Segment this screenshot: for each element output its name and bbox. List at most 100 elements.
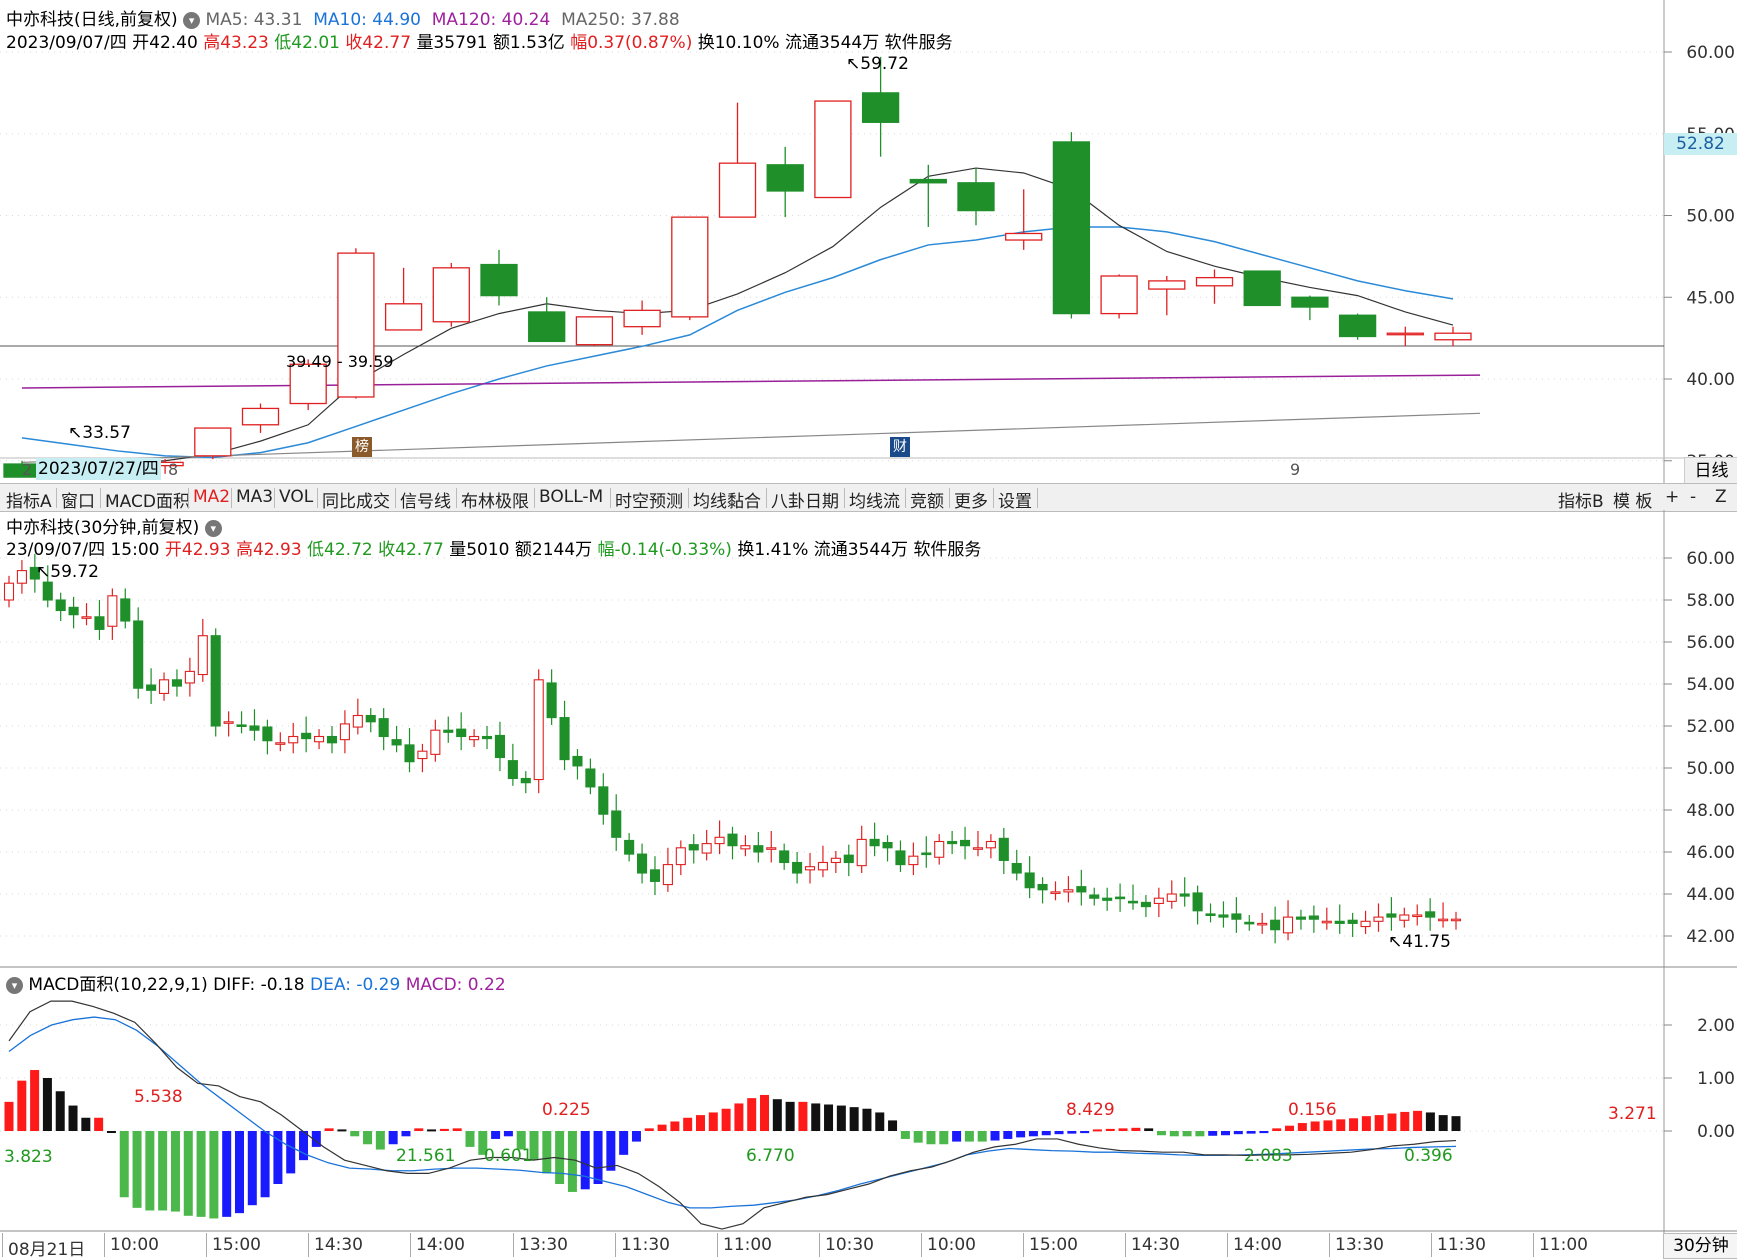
- macd-bar: [1182, 1131, 1192, 1137]
- toolbar-separator: [231, 488, 232, 508]
- candle-body: [766, 164, 804, 192]
- toolbar-separator: [534, 488, 535, 508]
- toolbar-item[interactable]: 八卦日期: [771, 487, 839, 512]
- macd-bar: [683, 1117, 693, 1131]
- intraday-candlestick-chart[interactable]: 60.00 58.00 56.00 54.00 52.00 50.00 48.00 46.00…: [0, 510, 1737, 968]
- toolbar-item[interactable]: 均线黏合: [693, 487, 761, 512]
- toolbar-right-item[interactable]: 模 板: [1613, 487, 1652, 512]
- candle-body: [1334, 920, 1345, 924]
- candle-body: [611, 810, 622, 838]
- time-axis-label: 10:30: [825, 1235, 874, 1255]
- toolbar-item[interactable]: 同比成交: [322, 487, 390, 512]
- macd-bar: [1016, 1131, 1026, 1138]
- candle-body: [1347, 919, 1358, 924]
- candle-body: [301, 732, 312, 740]
- macd-bar: [1221, 1131, 1231, 1136]
- time-axis-tick: [1023, 1233, 1024, 1257]
- toolbar-item[interactable]: BOLL-M: [539, 487, 603, 507]
- candle-body: [133, 620, 144, 689]
- macd-bar: [747, 1098, 757, 1131]
- toolbar-item[interactable]: VOL: [279, 487, 313, 507]
- macd-bar: [631, 1131, 641, 1142]
- macd-bar: [977, 1131, 987, 1142]
- toolbar-item[interactable]: 信号线: [400, 487, 451, 512]
- macd-bar: [1041, 1131, 1051, 1136]
- y-tick-label: 45.00: [1686, 288, 1735, 308]
- macd-bar: [849, 1107, 859, 1131]
- current-price-tag: 52.82: [1664, 133, 1737, 155]
- candle-body: [779, 850, 790, 864]
- time-axis-tick: [1329, 1233, 1330, 1257]
- toolbar-right-item[interactable]: Z: [1715, 487, 1727, 507]
- toolbar-item[interactable]: 均线流: [849, 487, 900, 512]
- toolbar-right-item[interactable]: -: [1690, 487, 1696, 507]
- candle-body: [830, 857, 841, 864]
- macd-bar: [1144, 1128, 1154, 1131]
- time-axis-label: 13:30: [1335, 1235, 1384, 1255]
- y-tick-label: 44.00: [1686, 885, 1735, 905]
- period-daily[interactable]: 日线: [1684, 457, 1737, 485]
- candle-body: [469, 735, 480, 741]
- time-axis-tick: [1227, 1233, 1228, 1257]
- toolbar-separator: [456, 488, 457, 508]
- time-axis-tick: [2, 1233, 3, 1257]
- macd-bar: [1131, 1127, 1141, 1131]
- candle-body: [339, 723, 350, 741]
- candle-body: [417, 750, 428, 760]
- period-30min[interactable]: 30分钟: [1663, 1233, 1737, 1259]
- candle-body: [740, 845, 751, 850]
- y-tick-label: 52.00: [1686, 717, 1735, 737]
- macd-bar: [580, 1131, 590, 1190]
- y-tick-label: 48.00: [1686, 801, 1735, 821]
- toolbar-item[interactable]: MA3: [236, 487, 273, 507]
- candle-body: [1399, 914, 1410, 921]
- macd-bar: [158, 1131, 168, 1211]
- toolbar-item[interactable]: 设置: [998, 487, 1032, 512]
- candle-body: [1166, 893, 1177, 902]
- macd-bar: [1195, 1131, 1205, 1137]
- macd-bar: [414, 1128, 424, 1131]
- y-tick-label: 50.00: [1686, 207, 1735, 227]
- macd-bar: [708, 1112, 718, 1131]
- macd-bar: [1246, 1131, 1256, 1134]
- y-tick-label: 46.00: [1686, 843, 1735, 863]
- toolbar-item[interactable]: 指标A: [6, 487, 52, 512]
- macd-bar: [542, 1131, 552, 1174]
- candle-body: [1338, 314, 1377, 338]
- macd-bar: [247, 1131, 257, 1206]
- toolbar-item[interactable]: MA2: [193, 487, 230, 507]
- macd-bar: [1105, 1128, 1115, 1131]
- toolbar-right-item[interactable]: 指标B: [1558, 487, 1604, 512]
- toolbar-separator: [56, 488, 57, 508]
- candle-body: [81, 616, 92, 619]
- macd-bar: [875, 1112, 885, 1131]
- y-tick-label: 42.00: [1686, 927, 1735, 947]
- macd-bar: [1374, 1115, 1384, 1131]
- toolbar-right-item[interactable]: +: [1665, 487, 1679, 507]
- macd-bar: [209, 1131, 219, 1219]
- candle-body: [1257, 922, 1268, 926]
- marker-cai[interactable]: 财: [890, 437, 910, 457]
- macd-bar: [1400, 1111, 1410, 1131]
- candle-body: [210, 635, 221, 727]
- candle-body: [430, 729, 441, 755]
- toolbar-item[interactable]: MACD面积: [105, 487, 190, 512]
- macd-chart[interactable]: 2.00 1.00 0.00: [0, 968, 1737, 1257]
- toolbar-item[interactable]: 窗口: [61, 487, 95, 512]
- macd-bar: [824, 1104, 834, 1131]
- macd-bar: [299, 1131, 309, 1161]
- toolbar-item[interactable]: 更多: [954, 487, 988, 512]
- marker-bang[interactable]: 榜: [352, 437, 372, 457]
- toolbar-item[interactable]: 竞额: [910, 487, 944, 512]
- toolbar-item[interactable]: 时空预测: [615, 487, 683, 512]
- y-tick-label: 0.00: [1697, 1122, 1735, 1142]
- candle-body: [1102, 897, 1113, 901]
- macd-bar: [145, 1131, 155, 1211]
- candle-body: [624, 839, 635, 855]
- macd-bar: [42, 1078, 52, 1131]
- toolbar-item[interactable]: 布林极限: [461, 487, 529, 512]
- candle-body: [671, 216, 709, 318]
- candle-body: [947, 840, 958, 845]
- macd-area-label: 0.156: [1288, 1100, 1337, 1120]
- time-axis-tick: [410, 1233, 411, 1257]
